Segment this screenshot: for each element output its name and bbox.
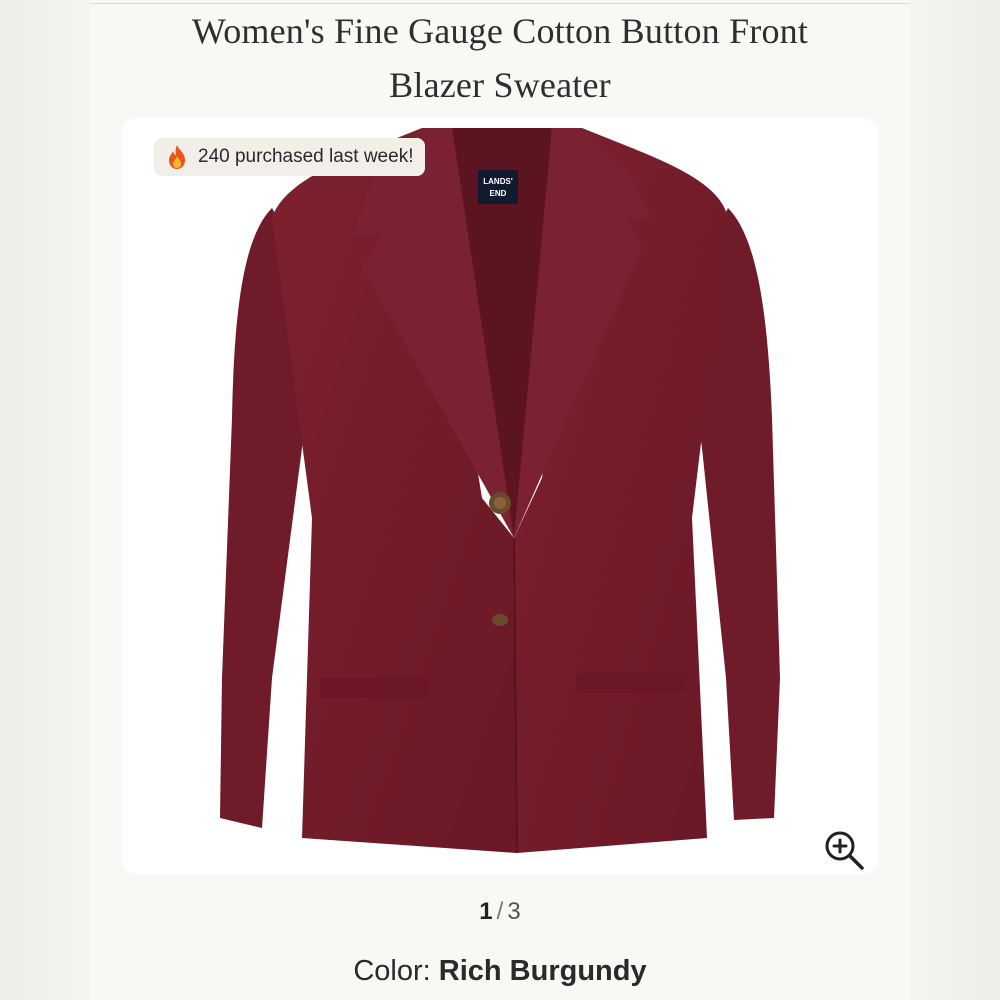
- product-image: LANDS' END: [220, 128, 780, 854]
- product-title: Women's Fine Gauge Cotton Button Front B…: [120, 4, 880, 112]
- zoom-button[interactable]: [822, 828, 866, 872]
- color-label: Color:: [353, 955, 431, 987]
- image-pager: 1/3: [90, 898, 910, 926]
- zoom-in-icon: [825, 831, 864, 870]
- product-image-card[interactable]: LANDS' END 240 purchased last week!: [122, 118, 878, 874]
- fire-icon: [166, 144, 188, 170]
- purchase-count-text: 240 purchased last week!: [198, 146, 414, 167]
- right-backdrop: [910, 0, 1000, 1000]
- product-page: Women's Fine Gauge Cotton Button Front B…: [90, 0, 910, 1000]
- product-title-line-1: Women's Fine Gauge Cotton Button Front: [191, 11, 809, 51]
- purchase-count-badge: 240 purchased last week!: [154, 138, 426, 176]
- color-selection: Color: Rich Burgundy: [90, 955, 910, 988]
- pager-total: 3: [507, 898, 521, 925]
- left-backdrop: [0, 0, 90, 1000]
- color-value: Rich Burgundy: [438, 955, 647, 987]
- pager-separator: /: [496, 898, 504, 925]
- svg-text:END: END: [490, 189, 507, 198]
- svg-text:LANDS': LANDS': [483, 177, 513, 186]
- product-title-line-2: Blazer Sweater: [389, 65, 611, 105]
- pager-current: 1: [479, 898, 493, 925]
